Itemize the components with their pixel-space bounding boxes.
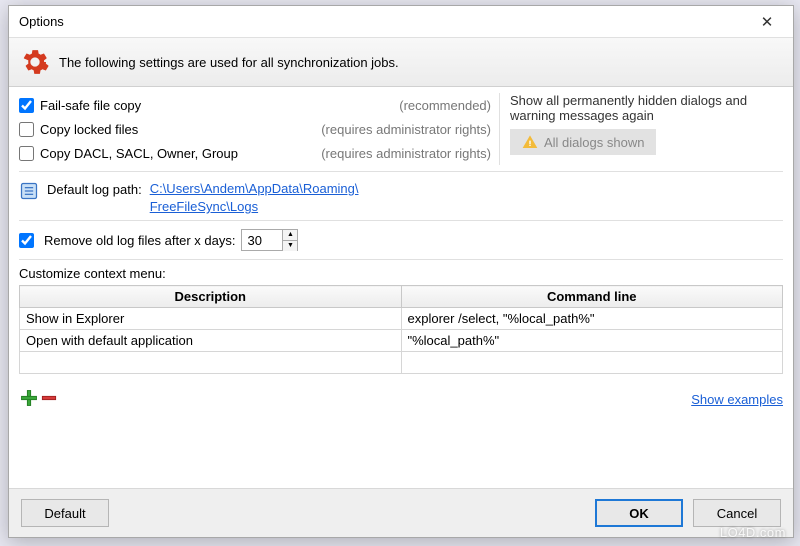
spin-up-icon[interactable]: ▲ [283,230,297,241]
banner-text: The following settings are used for all … [59,55,399,70]
dialogs-text: Show all permanently hidden dialogs and … [510,93,783,123]
dacl-checkbox[interactable] [19,146,34,161]
close-icon[interactable]: ✕ [747,13,787,31]
log-path-link[interactable]: C:\Users\Andem\AppData\Roaming\ FreeFile… [150,180,359,216]
remove-old-logs-checkbox[interactable] [19,233,34,248]
table-row[interactable]: Open with default application "%local_pa… [20,330,783,352]
remove-days-stepper[interactable]: ▲ ▼ [241,229,298,251]
locked-label: Copy locked files [40,122,138,137]
window-title: Options [19,14,747,29]
dacl-row[interactable]: Copy DACL, SACL, Owner, Group (requires … [19,141,499,165]
table-row[interactable] [20,352,783,374]
options-dialog: Options ✕ The following settings are use… [8,5,794,538]
log-path-label: Default log path: [47,180,142,197]
locked-hint: (requires administrator rights) [321,122,499,137]
failsafe-checkbox[interactable] [19,98,34,113]
remove-old-logs-label: Remove old log files after x days: [44,233,235,248]
banner: The following settings are used for all … [9,38,793,87]
titlebar: Options ✕ [9,6,793,38]
show-examples-link[interactable]: Show examples [691,392,783,407]
col-description[interactable]: Description [20,286,402,308]
default-button[interactable]: Default [21,499,109,527]
cancel-button[interactable]: Cancel [693,499,781,527]
remove-days-input[interactable] [242,230,282,250]
spin-down-icon[interactable]: ▼ [283,241,297,251]
dacl-hint: (requires administrator rights) [321,146,499,161]
gear-icon [21,48,49,76]
all-dialogs-shown-label: All dialogs shown [544,135,644,150]
ok-button[interactable]: OK [595,499,683,527]
failsafe-hint: (recommended) [399,98,499,113]
col-command[interactable]: Command line [401,286,783,308]
locked-checkbox[interactable] [19,122,34,137]
dacl-label: Copy DACL, SACL, Owner, Group [40,146,238,161]
footer: Default OK Cancel [9,488,793,537]
context-menu-table: Description Command line Show in Explore… [19,285,783,374]
locked-row[interactable]: Copy locked files (requires administrato… [19,117,499,141]
all-dialogs-shown-button: All dialogs shown [510,129,656,155]
failsafe-label: Fail-safe file copy [40,98,141,113]
log-icon [19,180,39,202]
context-menu-heading: Customize context menu: [19,266,783,281]
remove-row-button[interactable] [39,388,59,411]
add-row-button[interactable] [19,388,39,411]
table-row[interactable]: Show in Explorer explorer /select, "%loc… [20,308,783,330]
failsafe-row[interactable]: Fail-safe file copy (recommended) [19,93,499,117]
warning-icon [522,134,538,150]
